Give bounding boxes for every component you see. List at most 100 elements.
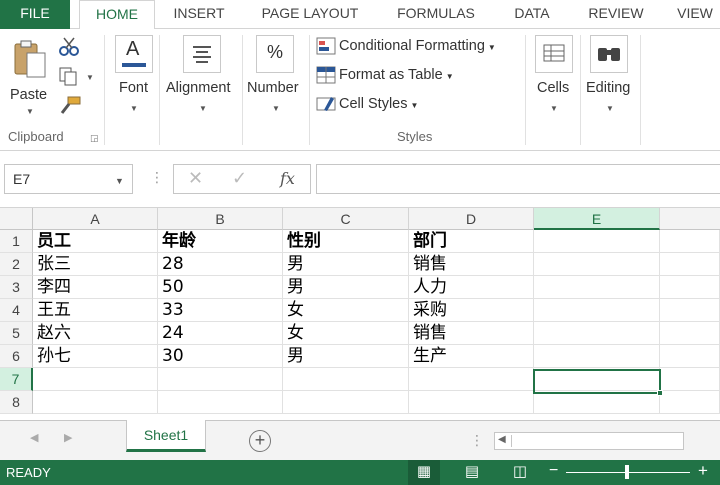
normal-view-icon[interactable]: ▦ <box>408 460 440 485</box>
cell-b5[interactable]: 24 <box>158 322 283 345</box>
cell-b4[interactable]: 33 <box>158 299 283 322</box>
cells-button[interactable] <box>535 35 573 73</box>
zoom-in-icon[interactable]: + <box>698 461 708 481</box>
name-box[interactable]: E7 <box>4 164 133 194</box>
cell-empty[interactable] <box>660 345 720 368</box>
insert-function-icon[interactable]: fx <box>280 169 295 188</box>
cell-styles-button[interactable]: Cell Styles ▼ <box>316 95 418 117</box>
row-header-6[interactable]: 6 <box>0 345 33 368</box>
row-header-2[interactable]: 2 <box>0 253 33 276</box>
cell-b8[interactable] <box>158 391 283 414</box>
scroll-right-icon[interactable]: ▶ <box>64 431 72 444</box>
tab-home[interactable]: HOME <box>79 0 155 30</box>
enter-icon[interactable]: ✓ <box>232 168 247 189</box>
cell-a2[interactable]: 张三 <box>33 253 158 276</box>
cell-c1[interactable]: 性别 <box>283 230 409 253</box>
cell-empty[interactable] <box>660 230 720 253</box>
page-layout-view-icon[interactable]: ▤ <box>456 460 488 485</box>
number-button[interactable]: % <box>256 35 294 73</box>
cell-c5[interactable]: 女 <box>283 322 409 345</box>
paste-button[interactable]: Paste ▼ <box>6 35 52 116</box>
cell-d3[interactable]: 人力 <box>409 276 534 299</box>
cell-empty[interactable] <box>660 368 720 391</box>
horizontal-scrollbar[interactable]: ◀ <box>494 432 684 450</box>
select-all-corner[interactable] <box>0 208 33 230</box>
cell-c3[interactable]: 男 <box>283 276 409 299</box>
tab-page-layout[interactable]: PAGE LAYOUT <box>252 0 368 29</box>
chevron-down-icon[interactable]: ▼ <box>86 73 94 82</box>
tab-view[interactable]: VIEW <box>670 0 720 29</box>
cell-e4[interactable] <box>534 299 660 322</box>
cell-a8[interactable] <box>33 391 158 414</box>
row-header-5[interactable]: 5 <box>0 322 33 345</box>
row-header-8[interactable]: 8 <box>0 391 33 414</box>
scroll-left-icon[interactable]: ◀ <box>30 431 38 444</box>
cell-e2[interactable] <box>534 253 660 276</box>
column-header-b[interactable]: B <box>158 208 283 230</box>
tab-formulas[interactable]: FORMULAS <box>388 0 484 29</box>
add-sheet-icon[interactable]: + <box>249 430 271 452</box>
row-header-7[interactable]: 7 <box>0 368 33 391</box>
row-header-1[interactable]: 1 <box>0 230 33 253</box>
cell-d8[interactable] <box>409 391 534 414</box>
cell-c6[interactable]: 男 <box>283 345 409 368</box>
cell-d7[interactable] <box>409 368 534 391</box>
tab-review[interactable]: REVIEW <box>580 0 652 29</box>
tab-insert[interactable]: INSERT <box>163 0 235 29</box>
cell-a1[interactable]: 员工 <box>33 230 158 253</box>
column-header-a[interactable]: A <box>33 208 158 230</box>
cell-empty[interactable] <box>660 322 720 345</box>
cell-c7[interactable] <box>283 368 409 391</box>
column-header-d[interactable]: D <box>409 208 534 230</box>
cell-e6[interactable] <box>534 345 660 368</box>
cell-b6[interactable]: 30 <box>158 345 283 368</box>
alignment-button[interactable] <box>183 35 221 73</box>
chevron-down-icon[interactable]: ▼ <box>115 176 124 186</box>
fill-handle[interactable] <box>657 390 663 396</box>
copy-icon[interactable] <box>58 66 80 86</box>
editing-button[interactable] <box>590 35 628 73</box>
format-as-table-button[interactable]: Format as Table ▼ <box>316 66 454 88</box>
font-button[interactable]: A <box>115 35 153 73</box>
cell-a7[interactable] <box>33 368 158 391</box>
cell-empty[interactable] <box>660 299 720 322</box>
cell-b2[interactable]: 28 <box>158 253 283 276</box>
cell-d4[interactable]: 采购 <box>409 299 534 322</box>
cell-e3[interactable] <box>534 276 660 299</box>
conditional-formatting-button[interactable]: Conditional Formatting ▼ <box>316 37 496 59</box>
tab-file[interactable]: FILE <box>0 0 70 29</box>
tab-data[interactable]: DATA <box>503 0 561 29</box>
row-header-3[interactable]: 3 <box>0 276 33 299</box>
cell-d2[interactable]: 销售 <box>409 253 534 276</box>
selected-cell-e7[interactable] <box>533 369 661 394</box>
cell-e8[interactable] <box>534 391 660 414</box>
cell-d6[interactable]: 生产 <box>409 345 534 368</box>
cell-d5[interactable]: 销售 <box>409 322 534 345</box>
cancel-icon[interactable]: ✕ <box>188 168 203 189</box>
column-header-e[interactable]: E <box>534 208 660 230</box>
worksheet-grid[interactable]: A B C D E 1 员工 年龄 性别 部门 2 张三 28 男销售 3 李四 50 男人力 4 王五 33… <box>0 208 720 420</box>
cell-a6[interactable]: 孙七 <box>33 345 158 368</box>
cell-empty[interactable] <box>660 391 720 414</box>
formula-input[interactable] <box>316 164 720 194</box>
cell-d1[interactable]: 部门 <box>409 230 534 253</box>
cell-b7[interactable] <box>158 368 283 391</box>
cell-b1[interactable]: 年龄 <box>158 230 283 253</box>
dialog-launcher-icon[interactable]: ◲ <box>90 133 99 144</box>
row-header-4[interactable]: 4 <box>0 299 33 322</box>
column-header-c[interactable]: C <box>283 208 409 230</box>
cell-c2[interactable]: 男 <box>283 253 409 276</box>
cell-a4[interactable]: 王五 <box>33 299 158 322</box>
cell-empty[interactable] <box>660 276 720 299</box>
cell-e5[interactable] <box>534 322 660 345</box>
zoom-out-icon[interactable]: − <box>549 462 558 480</box>
cut-icon[interactable] <box>58 37 80 57</box>
cell-b3[interactable]: 50 <box>158 276 283 299</box>
sheet-tab-sheet1[interactable]: Sheet1 <box>126 420 206 452</box>
cell-c8[interactable] <box>283 391 409 414</box>
scroll-left-icon[interactable]: ◀ <box>498 434 506 445</box>
cell-a3[interactable]: 李四 <box>33 276 158 299</box>
cell-a5[interactable]: 赵六 <box>33 322 158 345</box>
format-painter-icon[interactable] <box>58 95 82 115</box>
page-break-view-icon[interactable]: ◫ <box>504 460 536 485</box>
